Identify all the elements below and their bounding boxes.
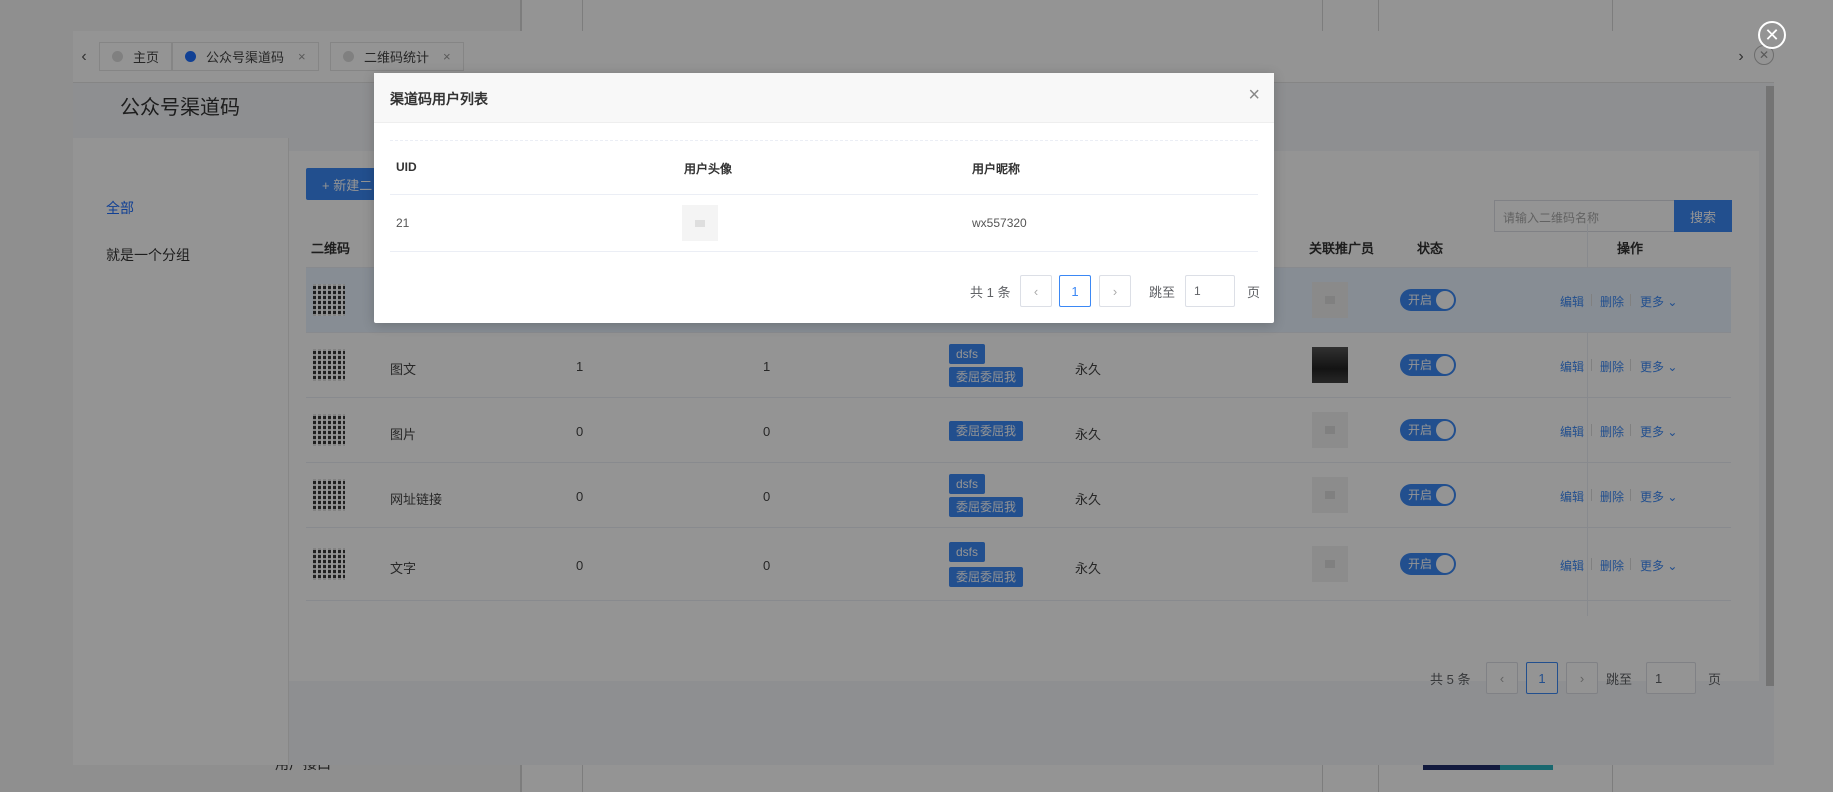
user-uid: 21 [396,216,410,230]
pagination-jump-input[interactable]: 1 [1185,275,1235,307]
close-icon[interactable]: ✕ [1758,21,1786,49]
dialog-header: 渠道码用户列表 × [374,73,1274,123]
user-avatar-placeholder [682,205,718,241]
pagination-total: 共 1 条 [970,285,1011,300]
divider [390,194,1258,195]
dialog-title: 渠道码用户列表 [390,91,488,107]
pagination-jump-label: 跳至 [1149,285,1176,300]
pagination-page-1[interactable]: 1 [1059,275,1091,307]
user-list-dialog: 渠道码用户列表 × UID 用户头像 用户昵称 21 wx557320 共 1 … [374,73,1274,323]
column-header-uid: UID [396,160,417,174]
divider [390,140,1258,141]
divider [390,251,1258,252]
pagination-page-suffix: 页 [1247,285,1261,300]
column-header-avatar: 用户头像 [684,162,733,176]
pagination-next-button[interactable]: › [1099,275,1131,307]
column-header-nickname: 用户昵称 [972,162,1021,176]
pagination-prev-button[interactable]: ‹ [1020,275,1052,307]
user-nickname: wx557320 [972,216,1027,230]
dialog-close-icon[interactable]: × [1248,85,1260,105]
